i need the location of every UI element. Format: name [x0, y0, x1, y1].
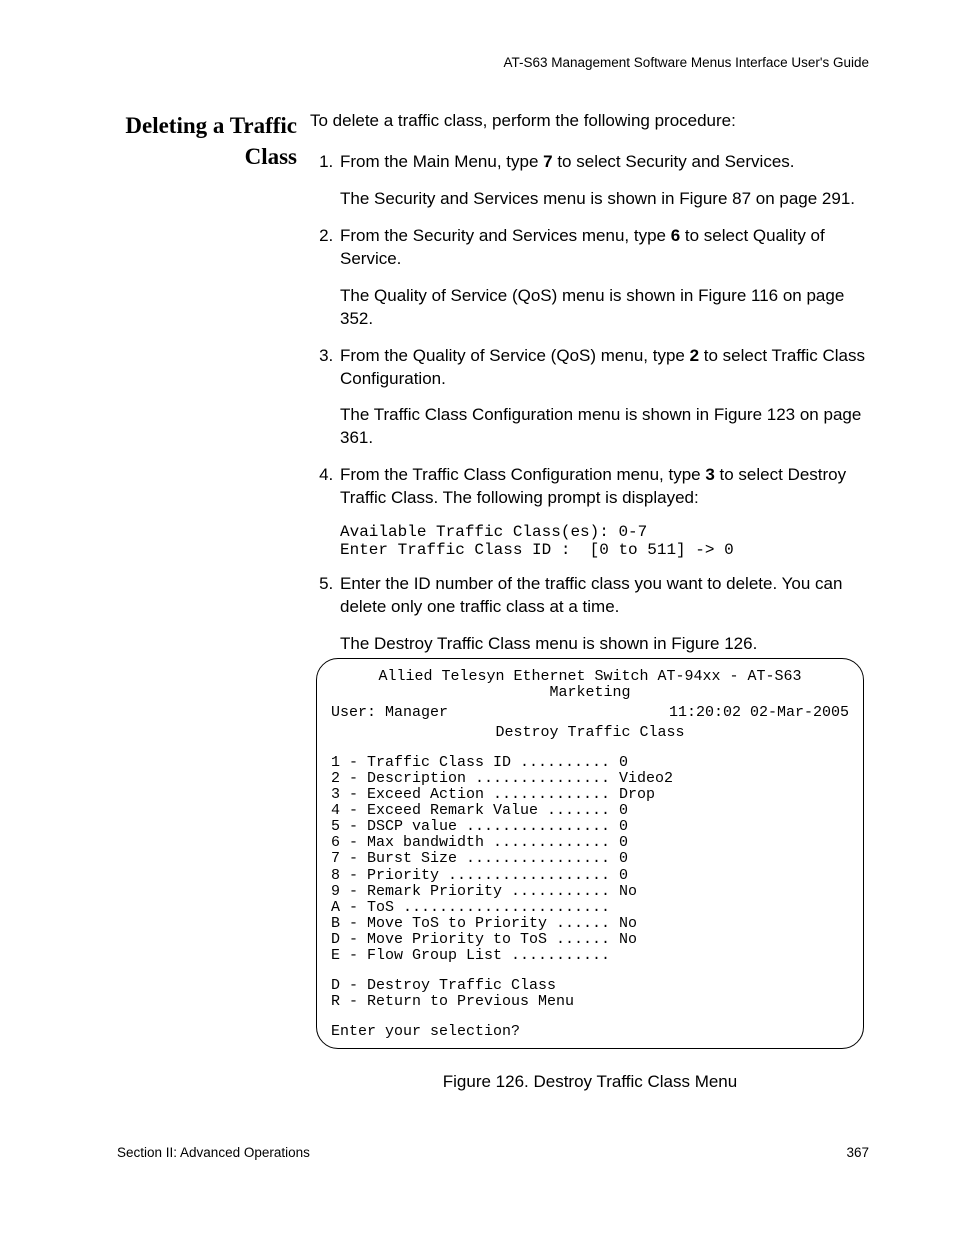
step-1-key: 7 [543, 152, 552, 171]
page: AT-S63 Management Software Menus Interfa… [0, 0, 954, 1235]
step-5: Enter the ID number of the traffic class… [338, 573, 870, 656]
menu-timestamp: 11:20:02 02-Mar-2005 [669, 705, 849, 721]
step-3-result: The Traffic Class Configuration menu is … [340, 404, 870, 450]
step-3: From the Quality of Service (QoS) menu, … [338, 345, 870, 451]
step-2: From the Security and Services menu, typ… [338, 225, 870, 331]
section-title-line2: Class [245, 144, 297, 169]
step-1: From the Main Menu, type 7 to select Sec… [338, 151, 870, 211]
step-2-result: The Quality of Service (QoS) menu is sho… [340, 285, 870, 331]
menu-actions: D - Destroy Traffic Class R - Return to … [331, 978, 849, 1010]
step-4-key: 3 [705, 465, 714, 484]
step-4-prompt: Available Traffic Class(es): 0-7 Enter T… [340, 524, 870, 559]
body-column: To delete a traffic class, perform the f… [310, 110, 870, 670]
menu-title: Destroy Traffic Class [331, 725, 849, 741]
step-5-result: The Destroy Traffic Class menu is shown … [340, 633, 870, 656]
terminal-menu-box: Allied Telesyn Ethernet Switch AT-94xx -… [316, 658, 864, 1049]
menu-selection-prompt: Enter your selection? [331, 1024, 849, 1040]
page-number: 367 [846, 1145, 869, 1160]
intro-text: To delete a traffic class, perform the f… [310, 110, 870, 133]
section-title: Deleting a Traffic Class [117, 110, 297, 172]
menu-user-row: User: Manager 11:20:02 02-Mar-2005 [331, 705, 849, 721]
step-3-text-a: From the Quality of Service (QoS) menu, … [340, 346, 690, 365]
step-1-text-c: to select Security and Services. [553, 152, 795, 171]
step-1-result: The Security and Services menu is shown … [340, 188, 870, 211]
step-2-text-a: From the Security and Services menu, typ… [340, 226, 671, 245]
figure-caption: Figure 126. Destroy Traffic Class Menu [310, 1072, 870, 1092]
step-3-key: 2 [690, 346, 699, 365]
menu-header-line1: Allied Telesyn Ethernet Switch AT-94xx -… [331, 669, 849, 685]
step-2-key: 6 [671, 226, 680, 245]
section-title-line1: Deleting a Traffic [125, 113, 297, 138]
running-head: AT-S63 Management Software Menus Interfa… [503, 55, 869, 70]
step-5-text: Enter the ID number of the traffic class… [340, 574, 842, 616]
step-1-text-a: From the Main Menu, type [340, 152, 543, 171]
menu-items: 1 - Traffic Class ID .......... 0 2 - De… [331, 755, 849, 964]
step-4-text-a: From the Traffic Class Configuration men… [340, 465, 705, 484]
menu-header-line2: Marketing [331, 685, 849, 701]
footer-section-label: Section II: Advanced Operations [117, 1145, 310, 1160]
procedure-steps: From the Main Menu, type 7 to select Sec… [310, 151, 870, 656]
menu-user: User: Manager [331, 705, 448, 721]
step-4: From the Traffic Class Configuration men… [338, 464, 870, 559]
